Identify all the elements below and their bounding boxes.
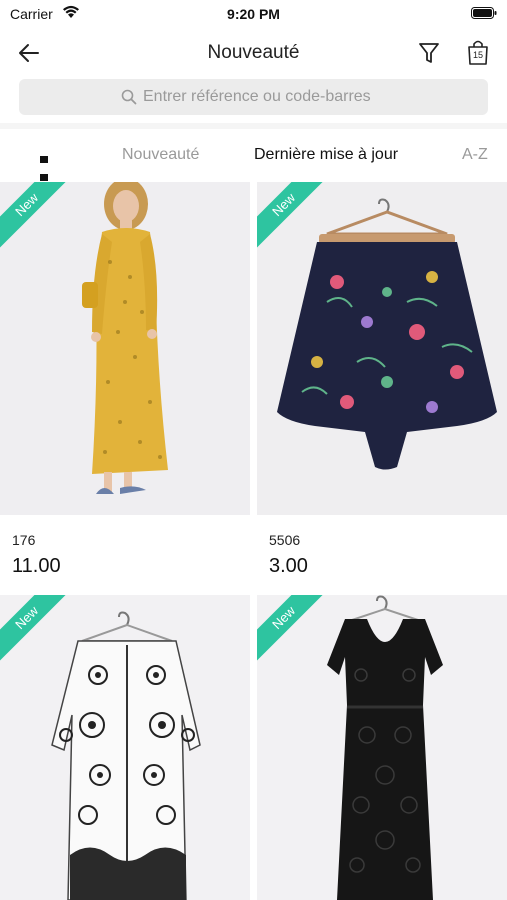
status-bar: Carrier 9:20 PM	[0, 0, 507, 28]
product-image-navy-shorts[interactable]: New	[257, 182, 507, 515]
sort-option-a-z[interactable]: A-Z	[462, 146, 488, 164]
status-time: 9:20 PM	[227, 6, 280, 22]
product-image-black-lace-dress[interactable]: New	[257, 595, 507, 900]
cart-count-badge: 15	[472, 50, 483, 60]
section-divider	[0, 123, 507, 129]
sort-bar: Nouveauté Dernière mise à jour A-Z	[0, 130, 507, 181]
sort-option-derniere-mise-a-jour[interactable]: Dernière mise à jour	[254, 146, 398, 164]
product-card[interactable]: New 176 11.00	[0, 182, 250, 590]
grid-view-icon[interactable]	[40, 150, 60, 181]
search-icon	[121, 89, 137, 105]
battery-icon	[471, 7, 497, 19]
product-price: 3.00	[269, 555, 308, 577]
product-image-yellow-dress[interactable]: New	[0, 182, 250, 515]
product-price: 11.00	[12, 555, 61, 577]
product-reference: 5506	[269, 532, 301, 548]
filter-icon[interactable]	[418, 40, 440, 66]
product-card[interactable]: New	[0, 595, 250, 900]
product-card[interactable]: New	[257, 595, 507, 900]
product-reference: 176	[12, 532, 36, 548]
product-card[interactable]: New 5506 3.00	[257, 182, 507, 590]
sort-option-nouveaute[interactable]: Nouveauté	[122, 146, 199, 164]
search-bar	[19, 79, 488, 115]
navigation-bar: Nouveauté 15	[0, 30, 507, 74]
search-input[interactable]	[143, 79, 463, 115]
product-image-white-kimono[interactable]: New	[0, 595, 250, 900]
